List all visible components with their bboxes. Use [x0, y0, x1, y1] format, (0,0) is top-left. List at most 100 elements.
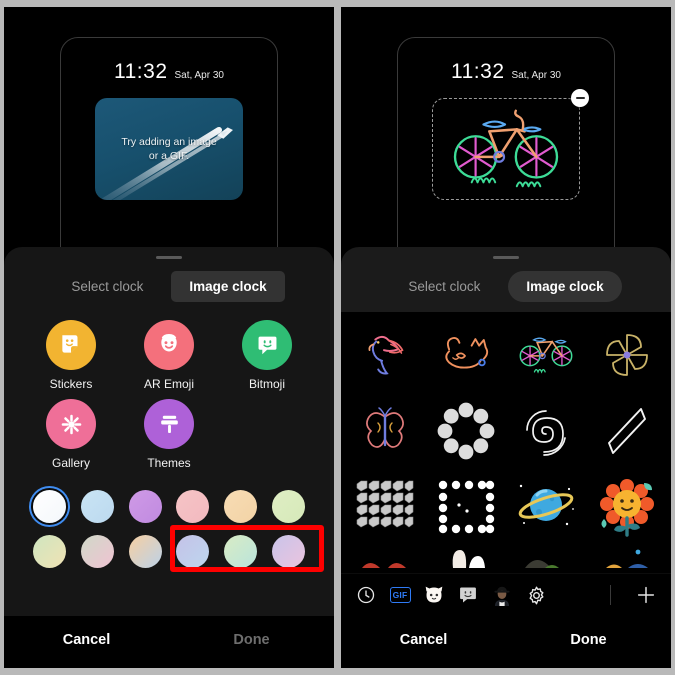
- swatch-light-green[interactable]: [271, 490, 305, 523]
- right-bottom-sheet: Select clock Image clock GIF Cancel Done: [341, 247, 671, 668]
- swatch-lilac-pink-gradient[interactable]: [271, 535, 305, 568]
- minus-circle-icon: [575, 97, 585, 99]
- gallery-icon: [46, 399, 96, 449]
- app-label-gallery: Gallery: [51, 456, 90, 470]
- app-shortcut-grid: Stickers AR Emoji Bitmoji Gallery Themes: [4, 312, 334, 470]
- left-lockscreen-preview: 11:32 Sat, Apr 30 Try adding an image or…: [4, 7, 334, 297]
- swatch-pink[interactable]: [176, 490, 210, 523]
- sunflower-sticker: [599, 479, 654, 537]
- sticker-grid: [341, 312, 671, 568]
- clock-time: 11:32: [114, 60, 168, 83]
- planet-sticker: [518, 484, 575, 526]
- neon-butterfly-sticker: [366, 407, 405, 448]
- sticker-picker: [341, 312, 671, 573]
- image-slot[interactable]: [432, 89, 589, 200]
- boat-sticker: [605, 549, 648, 568]
- spiral-sticker: [526, 410, 567, 456]
- tab-select-clock[interactable]: Select clock: [390, 271, 498, 302]
- app-shortcut-bitmoji[interactable]: Bitmoji: [218, 320, 316, 391]
- themes-glyph: [160, 415, 178, 433]
- tab-image-clock[interactable]: Image clock: [508, 271, 622, 302]
- right-phone-panel: 11:32 Sat, Apr 30 Select clock Image clo…: [341, 7, 671, 668]
- neon-cat-sticker: [445, 337, 488, 369]
- ar-emoji-icon: [144, 320, 194, 370]
- app-shortcut-themes[interactable]: Themes: [120, 399, 218, 470]
- stickers-icon: [46, 320, 96, 370]
- ghost-sticker: [452, 550, 485, 568]
- swatch-peach[interactable]: [223, 490, 257, 523]
- color-swatch-grid: [4, 470, 334, 584]
- sticker-item[interactable]: [506, 546, 587, 568]
- swatch-green-yellow-gradient[interactable]: [33, 535, 67, 568]
- cube-grid-sticker: [356, 480, 414, 528]
- tab-image-clock[interactable]: Image clock: [171, 271, 285, 302]
- lips-sticker: [362, 563, 407, 568]
- done-button[interactable]: Done: [169, 632, 334, 648]
- swatch-pink-green-gradient[interactable]: [80, 535, 114, 568]
- app-shortcut-stickers[interactable]: Stickers: [22, 320, 120, 391]
- swatch-orange-blue-gradient[interactable]: [128, 535, 162, 568]
- clock-widget: 11:32 Sat, Apr 30: [398, 38, 614, 84]
- sticker-item[interactable]: [587, 318, 668, 392]
- bitmoji-glyph: [460, 587, 476, 603]
- gif-icon[interactable]: GIF: [389, 584, 411, 606]
- tab-select-clock[interactable]: Select clock: [53, 271, 161, 302]
- right-tab-bar: Select clock Image clock: [341, 259, 671, 312]
- clock-icon[interactable]: [355, 584, 377, 606]
- app-label-stickers: Stickers: [49, 377, 93, 391]
- sticker-toolbar: GIF: [341, 573, 671, 616]
- app-shortcut-ar-emoji[interactable]: AR Emoji: [120, 320, 218, 391]
- app-shortcut-gallery[interactable]: Gallery: [22, 399, 120, 470]
- swatch-white[interactable]: [33, 490, 67, 523]
- cancel-button[interactable]: Cancel: [4, 632, 169, 648]
- sticker-item[interactable]: [587, 470, 668, 544]
- neon-parrot-sticker: [368, 335, 404, 375]
- swatch-purple[interactable]: [128, 490, 162, 523]
- sticker-item[interactable]: [587, 546, 668, 568]
- sticker-item[interactable]: [587, 394, 668, 468]
- add-icon[interactable]: [633, 582, 659, 608]
- comparison-screenshot: 11:32 Sat, Apr 30 Try adding an image or…: [0, 0, 675, 675]
- cancel-button[interactable]: Cancel: [341, 632, 506, 648]
- cat-sticker-icon[interactable]: [423, 584, 445, 606]
- sticker-item[interactable]: [426, 470, 507, 544]
- swatch-blue-purple-gradient[interactable]: [176, 535, 210, 568]
- gif-label: GIF: [389, 587, 411, 603]
- settings-gear-icon[interactable]: [525, 584, 547, 606]
- sticker-item[interactable]: [345, 318, 426, 392]
- sticker-item[interactable]: [426, 394, 507, 468]
- hill-sticker: [525, 560, 560, 568]
- toolbar-divider: [610, 585, 611, 605]
- dot-square-sticker: [438, 480, 494, 534]
- sticker-item[interactable]: [506, 394, 587, 468]
- app-label-bitmoji: Bitmoji: [248, 377, 285, 391]
- left-bottom-sheet: Select clock Image clock Stickers AR Emo…: [4, 247, 334, 668]
- bitmoji-icon[interactable]: [457, 584, 479, 606]
- neon-bicycle-sticker: [453, 109, 559, 188]
- plus-glyph: [637, 586, 655, 604]
- ar-emoji-icon[interactable]: [491, 584, 513, 606]
- remove-sticker-button[interactable]: [571, 89, 589, 107]
- bitmoji-glyph: [258, 336, 276, 354]
- sticker-item[interactable]: [506, 470, 587, 544]
- sticker-item[interactable]: [506, 318, 587, 392]
- gear-glyph: [529, 586, 543, 604]
- image-slot[interactable]: Try adding an image or a GIF.: [95, 98, 243, 200]
- neon-pinwheel-sticker: [605, 334, 648, 376]
- clock-date: Sat, Apr 30: [511, 70, 561, 81]
- left-tab-bar: Select clock Image clock: [4, 259, 334, 572]
- gallery-glyph: [61, 414, 81, 434]
- sticker-item[interactable]: [345, 470, 426, 544]
- ar-emoji-glyph: [161, 334, 177, 352]
- hint-line-2: or a GIF.: [148, 150, 190, 162]
- app-label-themes: Themes: [147, 456, 191, 470]
- sticker-item[interactable]: [426, 318, 507, 392]
- right-action-bar: Cancel Done: [341, 616, 671, 668]
- left-phone-panel: 11:32 Sat, Apr 30 Try adding an image or…: [4, 7, 334, 668]
- sticker-item[interactable]: [345, 546, 426, 568]
- swatch-light-blue[interactable]: [80, 490, 114, 523]
- sticker-item[interactable]: [426, 546, 507, 568]
- done-button[interactable]: Done: [506, 632, 671, 648]
- sticker-item[interactable]: [345, 394, 426, 468]
- swatch-mint-gradient[interactable]: [223, 535, 257, 568]
